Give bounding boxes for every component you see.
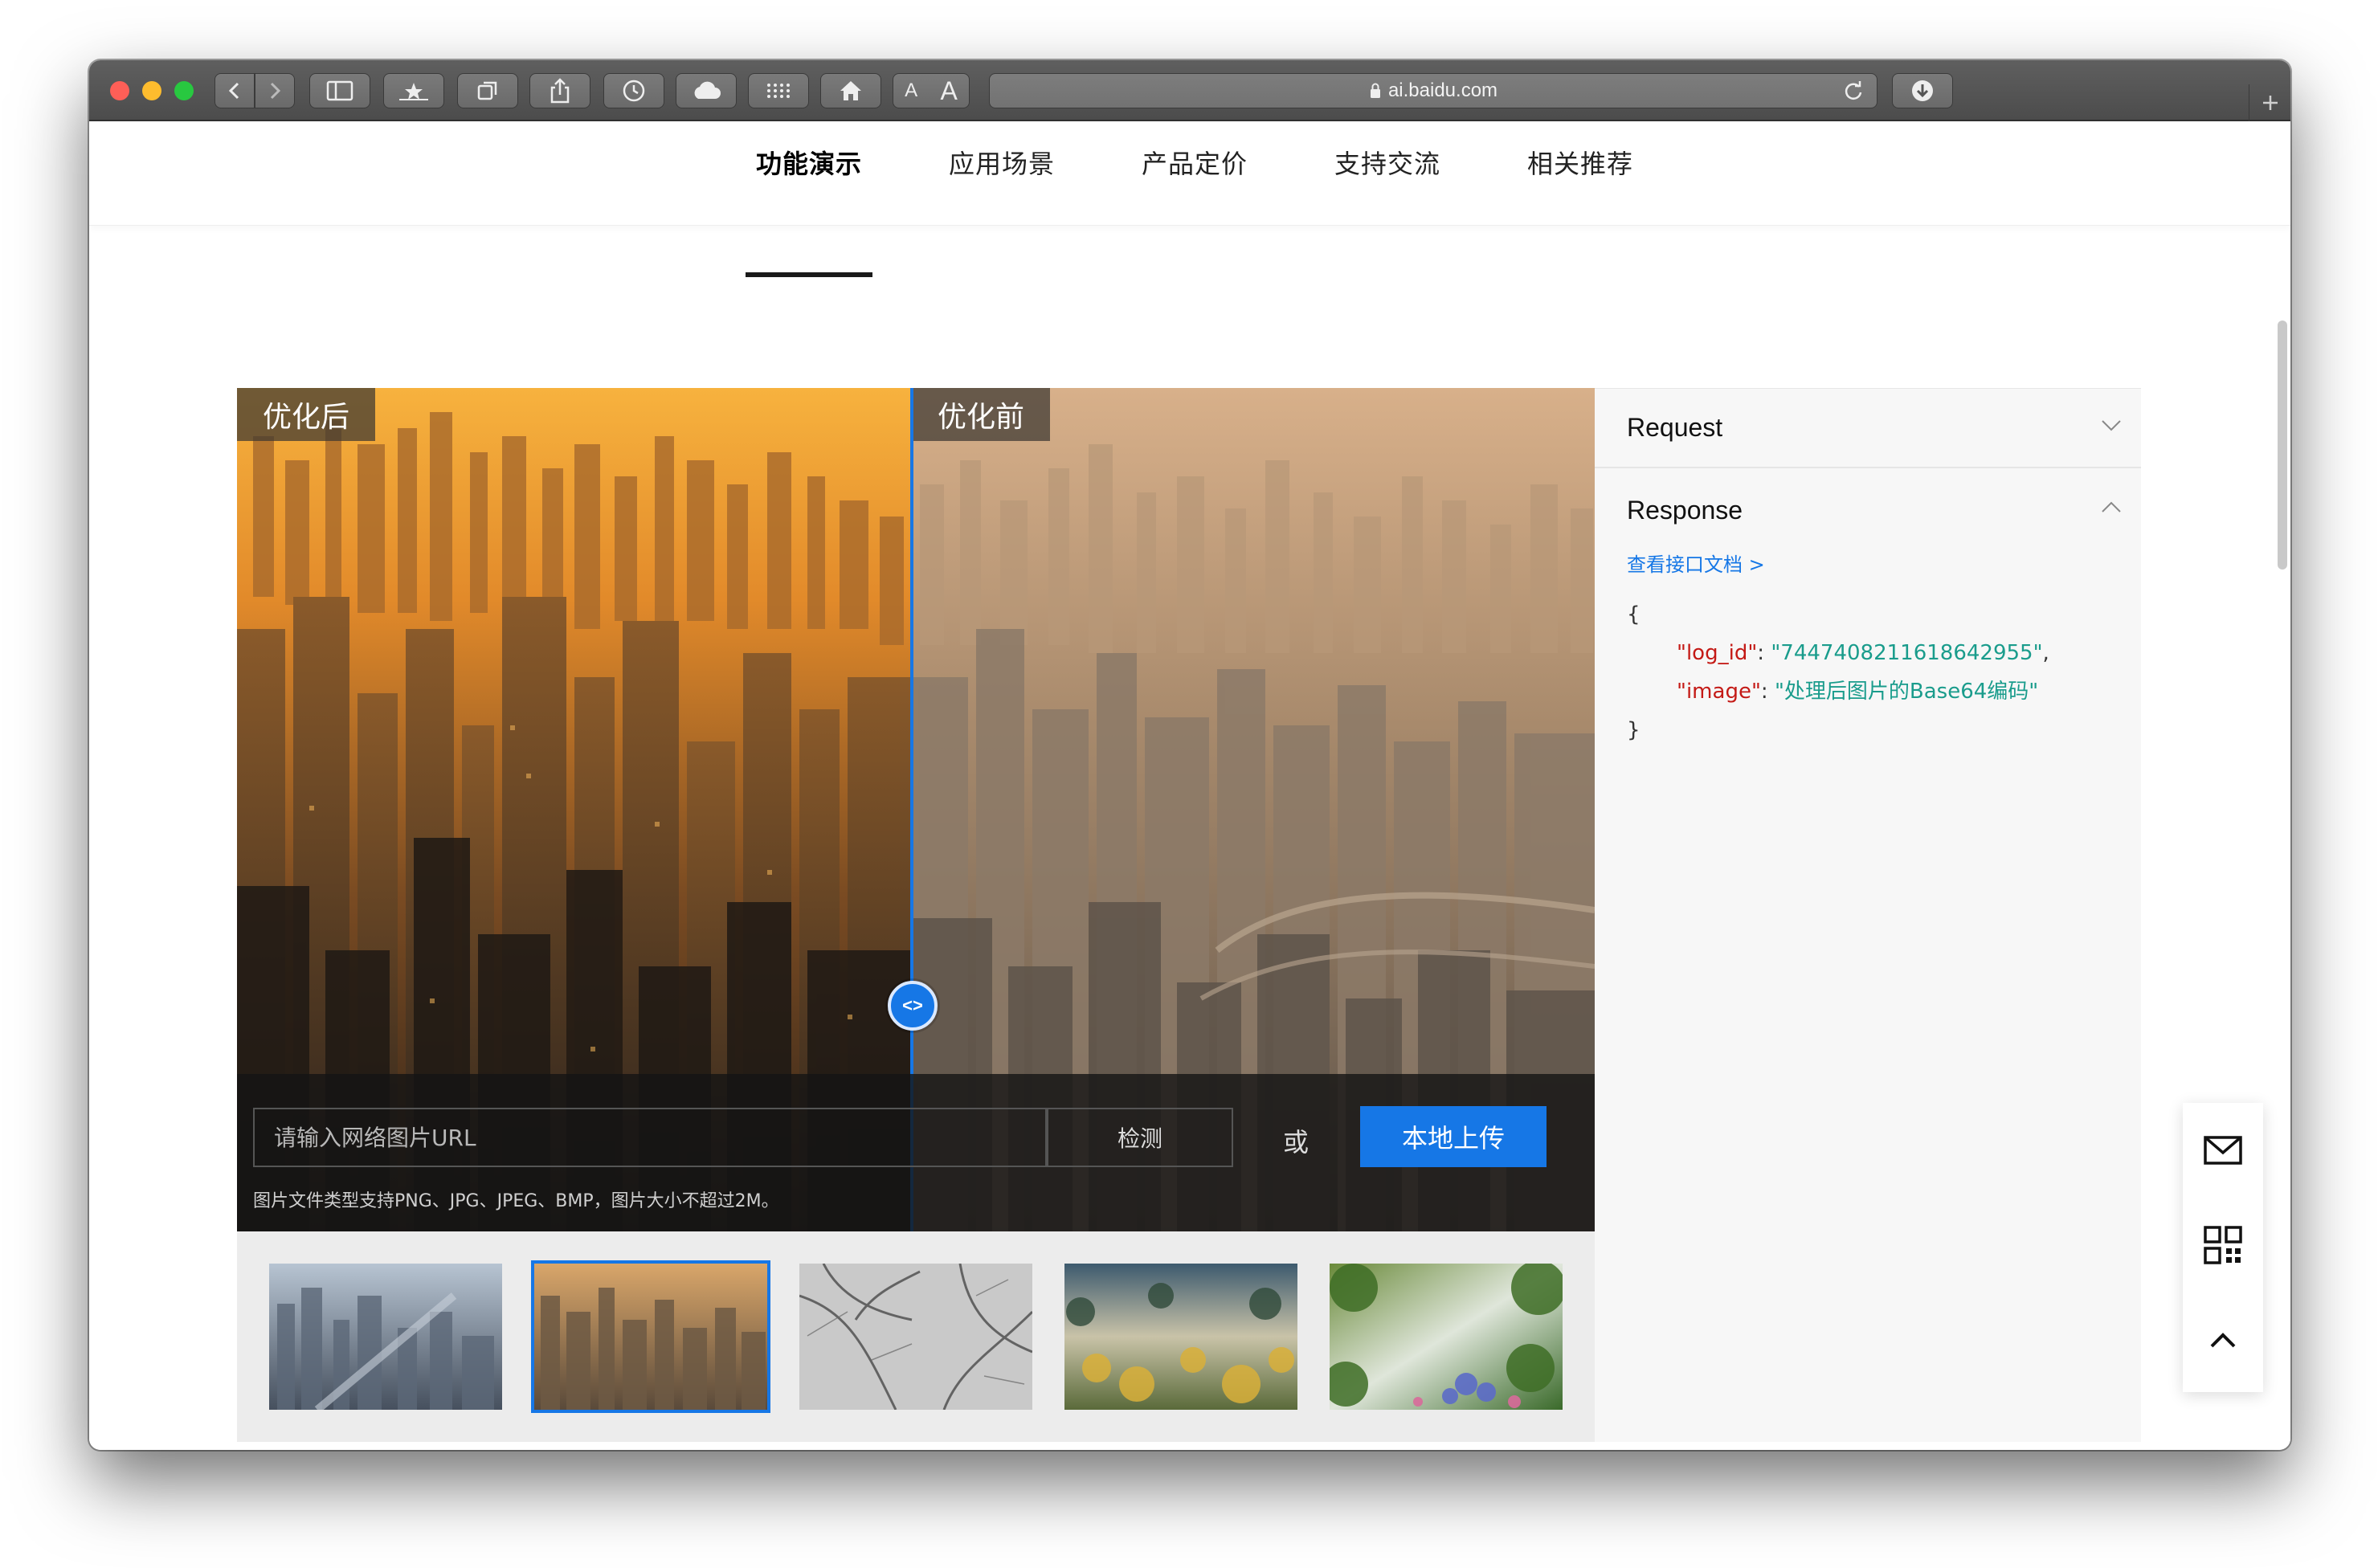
- response-accordion[interactable]: Response: [1595, 470, 2141, 550]
- qr-code-button[interactable]: [2183, 1198, 2263, 1292]
- share-button[interactable]: [529, 73, 590, 108]
- response-title: Response: [1627, 495, 1743, 525]
- json-colon: :: [1757, 641, 1771, 665]
- history-button[interactable]: [603, 73, 664, 108]
- nav-tab-support[interactable]: 支持交流: [1334, 144, 1440, 224]
- city-orange-thumb-image: [534, 1264, 767, 1410]
- json-value-log-id: "7447408211618642955": [1771, 641, 2043, 665]
- close-window-button[interactable]: [110, 81, 129, 100]
- thumbnail-foggy-trees[interactable]: [799, 1264, 1032, 1410]
- json-line-image: "image": "处理后图片的Base64编码": [1627, 672, 2049, 711]
- minimize-window-button[interactable]: [142, 81, 161, 100]
- upload-hint: 图片文件类型支持PNG、JPG、JPEG、BMP，图片大小不超过2M。: [253, 1191, 779, 1211]
- json-comma: ,: [2042, 641, 2049, 665]
- sidebar-icon: [326, 80, 353, 101]
- detect-button[interactable]: 检测: [1047, 1108, 1233, 1167]
- maximize-window-button[interactable]: [174, 81, 194, 100]
- chevron-up-icon: [2102, 501, 2121, 512]
- back-button[interactable]: [215, 73, 255, 108]
- back-to-top-button[interactable]: [2183, 1292, 2263, 1387]
- drag-arrows-icon: <>: [902, 995, 923, 1015]
- mail-icon: [2204, 1136, 2242, 1165]
- dehaze-demo: 优化后 优化前 <> 检测 或 本地上传 图片文件类型支持PNG、JPG、JPE…: [237, 388, 1595, 1442]
- chevron-up-icon: [2210, 1333, 2236, 1348]
- request-title: Request: [1627, 413, 1723, 442]
- thumbnail-garden-mist[interactable]: [1330, 1264, 1563, 1410]
- browser-window: A A ai.baidu.com 功能演示 应用场景 产品定价 支持交流 相关推…: [89, 60, 2290, 1450]
- download-icon: [1912, 80, 1933, 101]
- local-upload-button[interactable]: 本地上传: [1360, 1106, 1547, 1167]
- browser-toolbar: A A ai.baidu.com: [89, 60, 2290, 121]
- thumbnail-city-blue-haze[interactable]: [269, 1264, 502, 1410]
- section-nav: 功能演示 应用场景 产品定价 支持交流 相关推荐: [89, 123, 2290, 226]
- nav-tab-demo[interactable]: 功能演示: [756, 144, 862, 224]
- url-text: ai.baidu.com: [1387, 80, 1498, 101]
- response-json: { "log_id": "7447408211618642955", "imag…: [1627, 595, 2049, 749]
- thumbnail-city-orange-haze[interactable]: [531, 1260, 770, 1413]
- garden-mist-thumb-image: [1330, 1264, 1563, 1410]
- lock-icon: [1370, 83, 1380, 98]
- json-line-log-id: "log_id": "7447408211618642955",: [1627, 634, 2049, 672]
- request-accordion[interactable]: Request: [1595, 388, 2141, 468]
- floating-toolbar: [2183, 1103, 2263, 1392]
- bookmark-star-icon: [399, 83, 428, 100]
- sample-thumbnails: [237, 1231, 1595, 1442]
- or-separator: 或: [1283, 1127, 1310, 1158]
- decrease-font-button[interactable]: A: [905, 80, 917, 102]
- api-panel: Request Response 查看接口文档 > { "log_id": "7…: [1595, 388, 2141, 1442]
- before-label: 优化前: [912, 388, 1051, 441]
- json-key-image: "image": [1677, 680, 1761, 704]
- forward-button[interactable]: [255, 73, 295, 108]
- json-close-brace: }: [1627, 718, 1640, 742]
- misty-forest-thumb-image: [1064, 1264, 1297, 1410]
- reload-icon[interactable]: [1843, 80, 1864, 101]
- compare-slider-handle[interactable]: <>: [888, 981, 938, 1031]
- home-icon: [840, 81, 861, 100]
- new-tab-button[interactable]: [2249, 84, 2290, 121]
- grid-icon: [767, 84, 790, 98]
- city-blue-thumb-image: [269, 1264, 502, 1410]
- nav-tab-scenarios[interactable]: 应用场景: [949, 144, 1055, 224]
- page-scrollbar[interactable]: [2278, 321, 2287, 570]
- cloud-icon: [694, 81, 721, 99]
- page-content: 功能演示 应用场景 产品定价 支持交流 相关推荐 优化后 优化前 <> 请输入网…: [89, 123, 2290, 1450]
- text-size-control[interactable]: A A: [893, 73, 970, 108]
- image-url-input[interactable]: [253, 1108, 1047, 1167]
- apps-grid-button[interactable]: [748, 73, 809, 108]
- home-button[interactable]: [820, 73, 881, 108]
- thumbnail-misty-forest[interactable]: [1064, 1264, 1297, 1410]
- json-key-log-id: "log_id": [1677, 641, 1758, 665]
- plus-icon: [2262, 96, 2278, 110]
- json-value-image: "处理后图片的Base64编码": [1774, 680, 2039, 704]
- sidebar-button[interactable]: [309, 73, 370, 108]
- json-open-brace: {: [1627, 602, 1640, 627]
- increase-font-button[interactable]: A: [940, 76, 957, 106]
- after-label: 优化后: [237, 388, 376, 441]
- icloud-button[interactable]: [676, 73, 737, 108]
- compare-stage[interactable]: 优化后 优化前 <> 检测 或 本地上传 图片文件类型支持PNG、JPG、JPE…: [237, 388, 1595, 1231]
- api-doc-link[interactable]: 查看接口文档 >: [1627, 549, 1765, 577]
- nav-tab-pricing[interactable]: 产品定价: [1142, 144, 1248, 224]
- qr-code-icon: [2204, 1226, 2242, 1264]
- contact-mail-button[interactable]: [2183, 1103, 2263, 1198]
- bookmarks-button[interactable]: [383, 73, 444, 108]
- chevron-down-icon: [2102, 420, 2121, 431]
- chevron-right-icon: [270, 82, 281, 100]
- clock-icon: [623, 80, 645, 102]
- image-upload-bar: 检测 或 本地上传 图片文件类型支持PNG、JPG、JPEG、BMP，图片大小不…: [237, 1074, 1595, 1231]
- tabs-overview-button[interactable]: [457, 73, 518, 108]
- address-bar[interactable]: ai.baidu.com: [989, 73, 1877, 108]
- tabs-icon: [477, 81, 497, 100]
- chevron-left-icon: [228, 82, 239, 100]
- active-tab-indicator: [746, 272, 872, 277]
- nav-tab-recommend[interactable]: 相关推荐: [1527, 144, 1633, 224]
- downloads-button[interactable]: [1892, 73, 1953, 108]
- share-icon: [550, 78, 570, 104]
- json-colon: :: [1760, 680, 1775, 704]
- foggy-trees-thumb-image: [799, 1264, 1032, 1410]
